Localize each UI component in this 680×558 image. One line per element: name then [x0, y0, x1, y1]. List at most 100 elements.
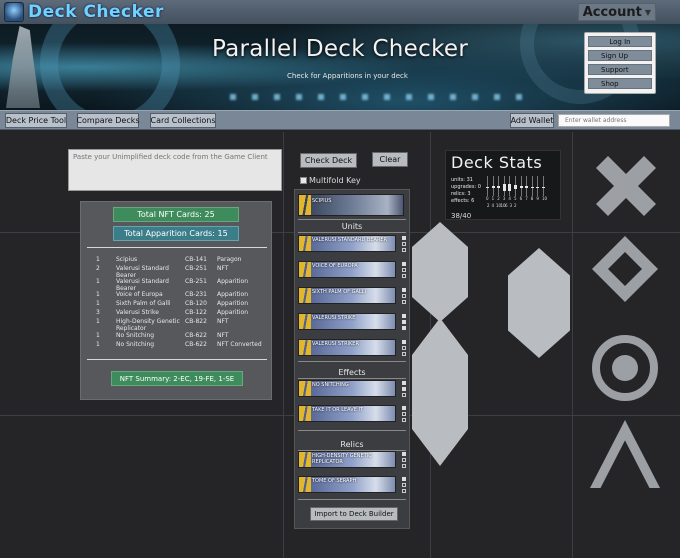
- divider: [298, 219, 406, 220]
- banner-figure: [6, 26, 40, 108]
- units-stat: units: 31: [451, 177, 473, 183]
- check-deck-button[interactable]: Check Deck: [300, 153, 357, 168]
- copy-indicator: [402, 406, 406, 422]
- divider: [87, 359, 267, 360]
- card-stripe: [299, 340, 311, 355]
- page-title: Parallel Deck Checker: [212, 36, 469, 62]
- deck-card[interactable]: Sixth Palm of Galli: [298, 287, 396, 304]
- relics-stat: relics: 3: [451, 191, 471, 197]
- deck-card[interactable]: Valerusi Strike: [298, 313, 396, 330]
- card-stripe: [299, 195, 311, 215]
- deck-card[interactable]: Take It or Leave It: [298, 405, 396, 422]
- copy-indicator: [402, 452, 406, 468]
- deck-card[interactable]: Tome of Seraph: [298, 476, 396, 493]
- account-dropdown[interactable]: Account ▼: [577, 3, 656, 21]
- multifold-label: Multifold Key: [309, 176, 361, 185]
- cost-tick-label: 2: [497, 196, 500, 201]
- upgrades-stat: upgrades: 0: [451, 184, 481, 190]
- card-name: Valerusi Strike: [312, 315, 356, 321]
- card-name: High-Density Genetic Replicator: [312, 453, 372, 465]
- cost-bar: [536, 186, 540, 188]
- card-stripe: [299, 452, 311, 467]
- cost-bar: [508, 183, 512, 191]
- cost-tick-label: 5: [514, 196, 517, 201]
- add-wallet-button[interactable]: Add Wallet: [510, 113, 554, 128]
- bg-line: [572, 132, 573, 558]
- banner-decoration: [40, 24, 180, 110]
- cost-bar: [525, 186, 529, 188]
- cost-tick-label: 6: [519, 196, 523, 201]
- cost-bar: [514, 184, 517, 190]
- top-bar: Deck Checker Account ▼: [0, 0, 680, 24]
- divider: [298, 232, 406, 233]
- card-stripe: [299, 314, 311, 329]
- card-stripe: [299, 381, 311, 396]
- cost-tick-label: 0: [486, 196, 489, 201]
- card-collections-button[interactable]: Card Collections: [150, 113, 216, 128]
- cost-tick-label: 4: [508, 196, 511, 201]
- card-stripe: [299, 477, 311, 492]
- cost-count-label: 4: [491, 203, 495, 208]
- cost-count-label: 6: [505, 203, 508, 208]
- logo-icon: [4, 2, 24, 22]
- cost-bar: [486, 186, 489, 188]
- card-name: Voice of Europa: [312, 263, 358, 269]
- total-nft-badge: Total NFT Cards: 25: [113, 207, 239, 222]
- support-button[interactable]: Support: [588, 64, 652, 75]
- clear-button[interactable]: Clear: [372, 152, 408, 167]
- auth-panel: Log In Sign Up Support Shop: [584, 32, 656, 94]
- cost-bar: [542, 186, 545, 188]
- deck-code-input[interactable]: [68, 149, 282, 191]
- copy-indicator: [402, 381, 406, 397]
- toolbar: Deck Price Tool Compare Decks Card Colle…: [0, 110, 680, 130]
- copy-indicator: [402, 340, 406, 356]
- deck-price-tool-button[interactable]: Deck Price Tool: [5, 113, 67, 128]
- card-name: No Snitching: [312, 382, 349, 388]
- card-name: Valerusi Standard Bearer: [312, 237, 388, 243]
- bg-hex: [412, 222, 468, 322]
- signup-button[interactable]: Sign Up: [588, 50, 652, 61]
- copy-indicator: [402, 262, 406, 278]
- card-name: Tome of Seraph: [312, 478, 357, 484]
- cost-tick-label: 9: [536, 196, 539, 201]
- total-apparition-badge: Total Apparition Cards: 15: [113, 226, 239, 241]
- deck-card[interactable]: Valerusi Striker: [298, 339, 396, 356]
- card-stripe: [299, 262, 311, 277]
- divider: [298, 361, 406, 362]
- cost-tick-label: 8: [530, 196, 534, 201]
- paragon-card[interactable]: Scipius: [298, 194, 404, 216]
- card-stripe: [299, 236, 311, 251]
- bg-hex: [508, 248, 570, 358]
- cost-tick-label: 3: [502, 196, 506, 201]
- deck-card[interactable]: Valerusi Standard Bearer: [298, 235, 396, 252]
- nft-summary-badge: NFT Summary: 2-EC, 19-FE, 1-SE: [111, 371, 243, 386]
- wallet-address-input[interactable]: [558, 114, 670, 127]
- shop-button[interactable]: Shop: [588, 78, 652, 89]
- multifold-key-toggle[interactable]: Multifold Key: [300, 176, 361, 185]
- chevron-down-icon: ▼: [644, 7, 651, 17]
- card-name: Take It or Leave It: [312, 407, 363, 413]
- units-heading: Units: [341, 222, 363, 231]
- effects-heading: Effects: [338, 368, 366, 377]
- copy-indicator: [402, 236, 406, 252]
- multifold-checkbox[interactable]: [300, 177, 307, 184]
- hero-banner: Parallel Deck Checker Check for Appariti…: [0, 24, 680, 110]
- card-name: Scipius: [312, 198, 332, 204]
- deck-card[interactable]: High-Density Genetic Replicator: [298, 451, 396, 468]
- banner-decoration: [230, 94, 530, 100]
- deck-card[interactable]: Voice of Europa: [298, 261, 396, 278]
- cost-count-label: 3: [509, 203, 513, 208]
- cost-bar: [519, 185, 523, 189]
- cost-count-label: 2: [514, 203, 517, 208]
- import-to-deck-builder-button[interactable]: Import to Deck Builder: [310, 507, 398, 521]
- deck-card[interactable]: No Snitching: [298, 380, 396, 397]
- cost-tick-label: 7: [525, 196, 528, 201]
- login-button[interactable]: Log In: [588, 36, 652, 47]
- compare-decks-button[interactable]: Compare Decks: [76, 113, 140, 128]
- bg-hex: [412, 318, 468, 466]
- divider: [298, 430, 406, 431]
- card-name: Valerusi Striker: [312, 341, 359, 347]
- divider: [298, 378, 406, 379]
- cost-tick-label: 1: [491, 196, 495, 201]
- page-subtitle: Check for Apparitions in your deck: [287, 72, 408, 80]
